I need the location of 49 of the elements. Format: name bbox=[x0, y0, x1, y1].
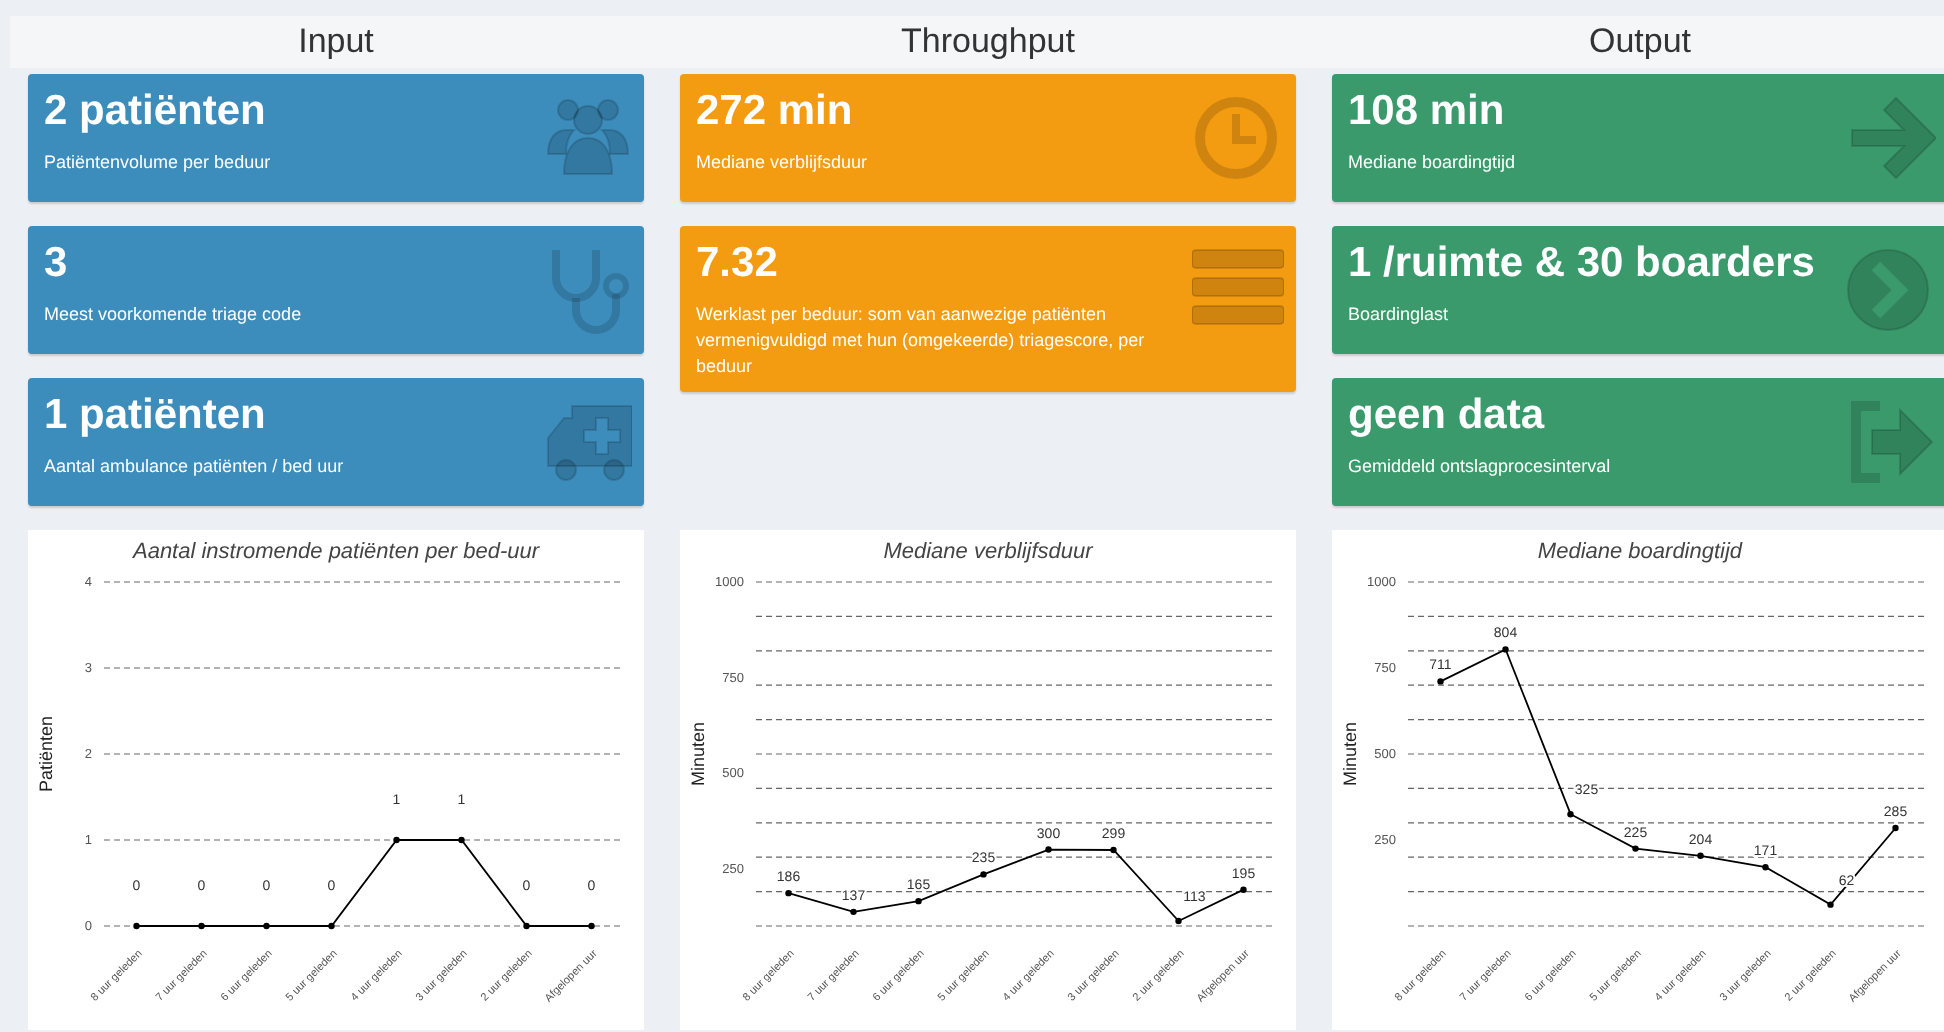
card-label: Mediane boardingtijd bbox=[1348, 150, 1518, 176]
chart-title: Aantal instromende patiënten per bed-uur bbox=[132, 540, 540, 564]
card-label: Gemiddeld ontslagprocesinterval bbox=[1348, 454, 1613, 480]
card-label: Boardinglast bbox=[1348, 302, 1451, 328]
axis-title: Minuten bbox=[1340, 721, 1360, 787]
data-point bbox=[1892, 824, 1899, 832]
data-point bbox=[1697, 852, 1704, 859]
data-point bbox=[1437, 678, 1444, 685]
data-point bbox=[328, 922, 335, 930]
card-value: 2 patiënten bbox=[44, 86, 268, 138]
card-label: Mediane verblijfsduur bbox=[696, 150, 870, 176]
data-point bbox=[980, 871, 987, 878]
axis-title: Minuten bbox=[688, 721, 708, 787]
column-heading: Input bbox=[10, 16, 662, 68]
card-value: geen data bbox=[1348, 390, 1547, 442]
data-point bbox=[850, 908, 857, 916]
card-value: 3 bbox=[44, 238, 70, 290]
data-point bbox=[1567, 811, 1574, 818]
data-point bbox=[1502, 646, 1509, 653]
data-point bbox=[263, 922, 270, 930]
card-label: Patiëntenvolume per beduur bbox=[44, 150, 273, 176]
card-label: Meest voorkomende triage code bbox=[44, 302, 304, 328]
data-point bbox=[1632, 845, 1639, 852]
chart-title: Mediane verblijfsduur bbox=[883, 540, 1093, 564]
axis-title: Patiënten bbox=[36, 715, 56, 793]
data-point bbox=[393, 836, 400, 844]
data-point bbox=[133, 922, 140, 930]
data-point bbox=[1827, 901, 1834, 908]
data-point bbox=[523, 922, 530, 930]
data-point bbox=[915, 897, 922, 905]
card-label: Werklast per beduur: som van aanwezige patiënten vermenigvuldigd met hun (omgekeerde) triagescore, per beduur bbox=[696, 302, 1147, 380]
data-point bbox=[1762, 864, 1769, 871]
chart-title: Mediane boardingtijd bbox=[1537, 540, 1743, 564]
card-value: 1 patiënten bbox=[44, 390, 268, 442]
card-value: 108 min bbox=[1348, 86, 1507, 138]
data-point bbox=[1175, 917, 1182, 925]
card-label: Aantal ambulance patiënten / bed uur bbox=[44, 454, 346, 480]
card-value: 272 min bbox=[696, 86, 855, 138]
card-value: 7.32 bbox=[696, 238, 780, 290]
data-point bbox=[198, 922, 205, 930]
card-value: 1 /ruimte & 30 boarders bbox=[1348, 238, 1817, 290]
data-point bbox=[458, 836, 465, 844]
column-heading: Output bbox=[1314, 16, 1944, 68]
data-point bbox=[1045, 846, 1052, 853]
data-point bbox=[1240, 886, 1247, 893]
column-heading: Throughput bbox=[662, 16, 1314, 68]
data-point bbox=[1110, 846, 1117, 854]
data-point bbox=[785, 889, 792, 897]
data-point bbox=[588, 922, 595, 930]
